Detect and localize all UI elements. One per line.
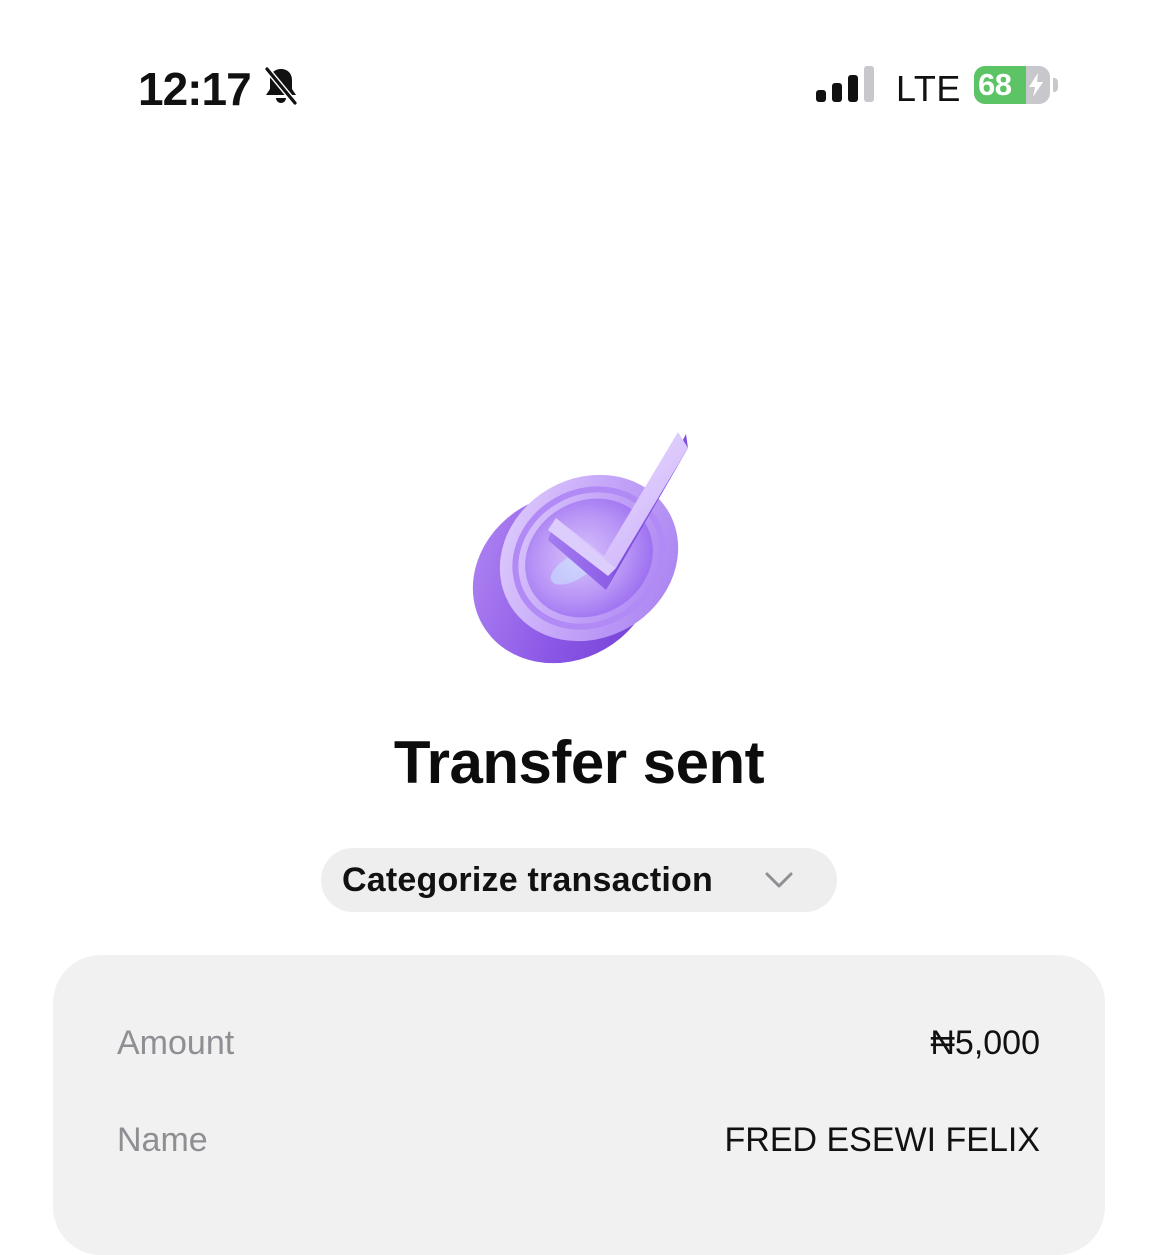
transaction-details-card: Amount ₦5,000 Name FRED ESEWI FELIX: [53, 955, 1105, 1255]
name-label: Name: [117, 1121, 208, 1159]
charging-bolt-icon: [1029, 73, 1043, 97]
battery-indicator: 68: [974, 66, 1060, 106]
status-bar: 12:17 LTE 68: [0, 0, 1158, 180]
status-time: 12:17: [138, 63, 252, 115]
battery-body: 68: [974, 66, 1050, 104]
name-value: FRED ESEWI FELIX: [724, 1121, 1041, 1159]
battery-level: 68: [978, 67, 1012, 102]
purple-checkmark-coin-icon: [472, 432, 688, 664]
categorize-transaction-button[interactable]: Categorize transaction: [321, 848, 837, 912]
categorize-transaction-label: Categorize transaction: [342, 861, 713, 899]
amount-value: ₦5,000: [930, 1024, 1040, 1062]
battery-cap: [1053, 78, 1058, 92]
cellular-signal-icon: [816, 66, 874, 102]
page-title: Transfer sent: [393, 729, 765, 796]
bell-slash-icon: [264, 66, 298, 106]
detail-row-amount: Amount ₦5,000: [117, 1019, 1040, 1067]
network-type: LTE: [896, 68, 961, 109]
amount-label: Amount: [117, 1024, 235, 1062]
chevron-down-icon: [765, 872, 793, 888]
detail-row-name: Name FRED ESEWI FELIX: [117, 1116, 1040, 1164]
